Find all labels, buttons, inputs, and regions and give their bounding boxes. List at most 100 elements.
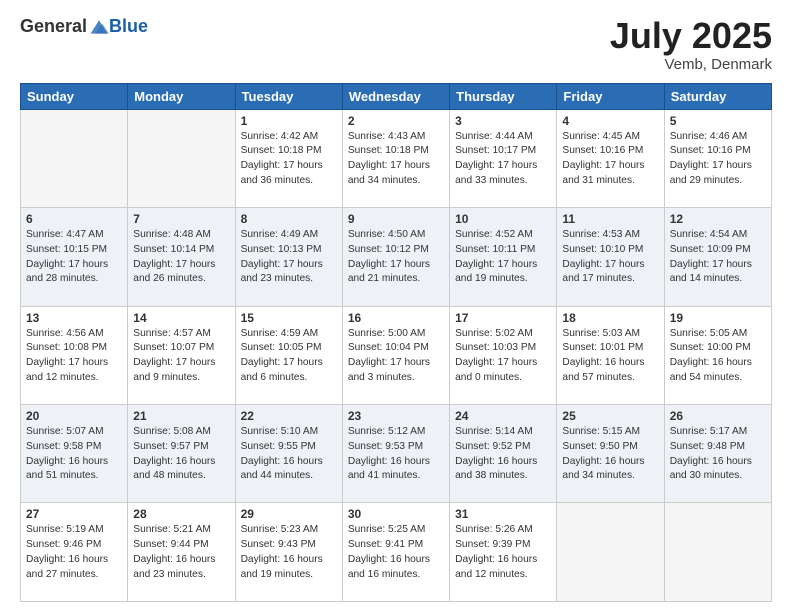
sunrise-text: Sunrise: 4:49 AM [241, 229, 319, 240]
sunset-text: Sunset: 10:18 PM [348, 145, 429, 156]
daylight-text: Daylight: 17 hours and 17 minutes. [562, 259, 644, 285]
day-number: 29 [241, 507, 337, 521]
logo: General Blue [20, 16, 148, 37]
sunset-text: Sunset: 9:46 PM [26, 539, 101, 550]
table-cell: 9Sunrise: 4:50 AMSunset: 10:12 PMDayligh… [342, 208, 449, 306]
sunrise-text: Sunrise: 4:46 AM [670, 131, 748, 142]
table-cell [664, 503, 771, 602]
day-info: Sunrise: 5:26 AMSunset: 9:39 PMDaylight:… [455, 523, 551, 582]
daylight-text: Daylight: 17 hours and 21 minutes. [348, 259, 430, 285]
sunrise-text: Sunrise: 5:03 AM [562, 328, 640, 339]
table-cell: 20Sunrise: 5:07 AMSunset: 9:58 PMDayligh… [21, 405, 128, 503]
table-cell: 30Sunrise: 5:25 AMSunset: 9:41 PMDayligh… [342, 503, 449, 602]
sunrise-text: Sunrise: 4:53 AM [562, 229, 640, 240]
sunrise-text: Sunrise: 4:50 AM [348, 229, 426, 240]
calendar-week-row: 27Sunrise: 5:19 AMSunset: 9:46 PMDayligh… [21, 503, 772, 602]
sunset-text: Sunset: 10:05 PM [241, 342, 322, 353]
logo-icon [89, 17, 109, 37]
daylight-text: Daylight: 16 hours and 57 minutes. [562, 357, 644, 383]
day-number: 2 [348, 114, 444, 128]
sunrise-text: Sunrise: 5:02 AM [455, 328, 533, 339]
sunrise-text: Sunrise: 5:10 AM [241, 426, 319, 437]
table-cell: 17Sunrise: 5:02 AMSunset: 10:03 PMDaylig… [450, 306, 557, 404]
day-info: Sunrise: 4:59 AMSunset: 10:05 PMDaylight… [241, 327, 337, 386]
day-info: Sunrise: 4:46 AMSunset: 10:16 PMDaylight… [670, 130, 766, 189]
table-cell: 28Sunrise: 5:21 AMSunset: 9:44 PMDayligh… [128, 503, 235, 602]
sunset-text: Sunset: 9:55 PM [241, 441, 316, 452]
day-number: 18 [562, 311, 658, 325]
sunset-text: Sunset: 10:13 PM [241, 244, 322, 255]
day-number: 11 [562, 212, 658, 226]
day-number: 31 [455, 507, 551, 521]
day-number: 22 [241, 409, 337, 423]
table-cell: 18 Sunrise: 5:03 AMSunset: 10:01 PMDaylig… [557, 306, 664, 404]
sunrise-text: Sunrise: 5:25 AM [348, 524, 426, 535]
daylight-text: Daylight: 16 hours and 51 minutes. [26, 456, 108, 482]
table-cell: 10Sunrise: 4:52 AMSunset: 10:11 PMDaylig… [450, 208, 557, 306]
table-cell: 2Sunrise: 4:43 AMSunset: 10:18 PMDayligh… [342, 109, 449, 207]
calendar-week-row: 13Sunrise: 4:56 AMSunset: 10:08 PMDaylig… [21, 306, 772, 404]
sunset-text: Sunset: 10:08 PM [26, 342, 107, 353]
daylight-text: Daylight: 17 hours and 9 minutes. [133, 357, 215, 383]
daylight-text: Daylight: 16 hours and 30 minutes. [670, 456, 752, 482]
day-number: 15 [241, 311, 337, 325]
sunset-text: Sunset: 9:58 PM [26, 441, 101, 452]
sunrise-text: Sunrise: 5:19 AM [26, 524, 104, 535]
sunset-text: Sunset: 10:12 PM [348, 244, 429, 255]
daylight-text: Daylight: 16 hours and 12 minutes. [455, 554, 537, 580]
sunrise-text: Sunrise: 4:52 AM [455, 229, 533, 240]
daylight-text: Daylight: 17 hours and 31 minutes. [562, 160, 644, 186]
day-number: 17 [455, 311, 551, 325]
day-number: 8 [241, 212, 337, 226]
day-info: Sunrise: 4:50 AM Sunset: 10:12 PM Daylight… [348, 228, 444, 287]
daylight-text: Daylight: 16 hours and 54 minutes. [670, 357, 752, 383]
calendar-header-row: Sunday Monday Tuesday Wednesday Thursday… [21, 83, 772, 109]
table-cell: 3 Sunrise: 4:44 AMSunset: 10:17 PMDayligh… [450, 109, 557, 207]
daylight-text: Daylight: 17 hours and 14 minutes. [670, 259, 752, 285]
location: Vemb, Denmark [610, 56, 772, 73]
day-number: 14 [133, 311, 229, 325]
sunrise-text: Sunrise: 5:07 AM [26, 426, 104, 437]
table-cell: 29Sunrise: 5:23 AMSunset: 9:43 PMDayligh… [235, 503, 342, 602]
day-info: Sunrise: 4:44 AMSunset: 10:17 PMDaylight… [455, 130, 551, 189]
day-number: 12 [670, 212, 766, 226]
sunset-text: Sunset: 10:16 PM [670, 145, 751, 156]
day-info: Sunrise: 5:25 AMSunset: 9:41 PMDaylight:… [348, 523, 444, 582]
logo-blue-text: Blue [109, 16, 148, 37]
day-number: 5 [670, 114, 766, 128]
sunset-text: Sunset: 9:39 PM [455, 539, 530, 550]
day-number: 1 [241, 114, 337, 128]
daylight-text: Daylight: 17 hours and 3 minutes. [348, 357, 430, 383]
month-title: July 2025 [610, 16, 772, 56]
sunrise-text: Sunrise: 5:15 AM [562, 426, 640, 437]
title-block: July 2025 Vemb, Denmark [610, 16, 772, 73]
daylight-text: Daylight: 17 hours and 23 minutes. [241, 259, 323, 285]
sunset-text: Sunset: 9:41 PM [348, 539, 423, 550]
sunset-text: Sunset: 10:17 PM [455, 145, 536, 156]
col-monday: Monday [128, 83, 235, 109]
sunrise-text: Sunrise: 5:17 AM [670, 426, 748, 437]
daylight-text: Daylight: 17 hours and 6 minutes. [241, 357, 323, 383]
day-info: Sunrise: 5:03 AMSunset: 10:01 PMDaylight… [562, 327, 658, 386]
sunset-text: Sunset: 10:10 PM [562, 244, 643, 255]
sunset-text: Sunset: 9:57 PM [133, 441, 208, 452]
sunrise-text: Sunrise: 5:23 AM [241, 524, 319, 535]
table-cell: 27Sunrise: 5:19 AMSunset: 9:46 PMDayligh… [21, 503, 128, 602]
sunset-text: Sunset: 10:03 PM [455, 342, 536, 353]
sunrise-text: Sunrise: 4:54 AM [670, 229, 748, 240]
day-info: Sunrise: 5:10 AMSunset: 9:55 PMDaylight:… [241, 425, 337, 484]
day-number: 24 [455, 409, 551, 423]
daylight-text: Daylight: 17 hours and 33 minutes. [455, 160, 537, 186]
day-info: Sunrise: 4:56 AMSunset: 10:08 PMDaylight… [26, 327, 122, 386]
table-cell: 7Sunrise: 4:48 AMSunset: 10:14 PMDayligh… [128, 208, 235, 306]
col-saturday: Saturday [664, 83, 771, 109]
day-number: 10 [455, 212, 551, 226]
day-number: 3 [455, 114, 551, 128]
day-number: 16 [348, 311, 444, 325]
day-number: 19 [670, 311, 766, 325]
sunrise-text: Sunrise: 5:08 AM [133, 426, 211, 437]
table-cell [128, 109, 235, 207]
day-info: Sunrise: 5:12 AMSunset: 9:53 PMDaylight:… [348, 425, 444, 484]
sunrise-text: Sunrise: 4:45 AM [562, 131, 640, 142]
table-cell: 16Sunrise: 5:00 AMSunset: 10:04 PMDaylig… [342, 306, 449, 404]
